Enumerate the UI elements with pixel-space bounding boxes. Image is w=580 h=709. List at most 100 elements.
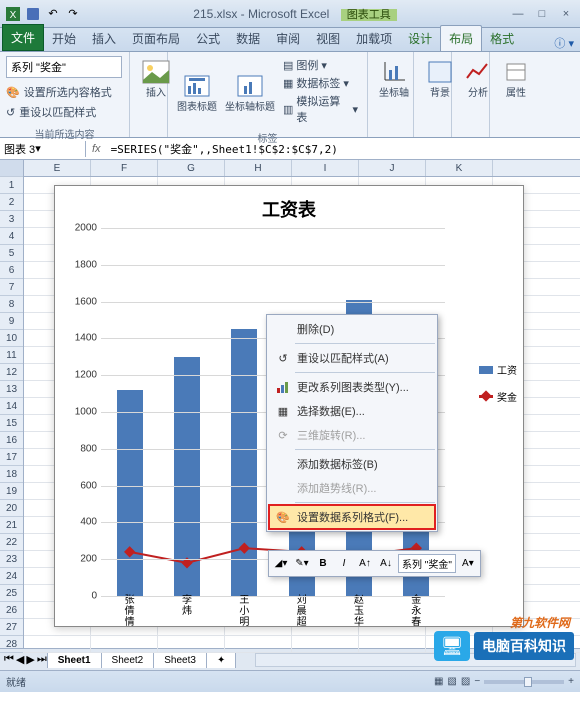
tab-design[interactable]: 设计 <box>400 26 440 51</box>
row-header[interactable]: 5 <box>0 245 23 262</box>
legend-item-salary[interactable]: 工资 <box>479 356 517 383</box>
minimize-doc-icon[interactable]: — <box>510 6 526 22</box>
x-axis[interactable]: 张 倩 情李 炜王 小 明刘 晨 超赵 玉 华金 永 春 <box>101 595 445 628</box>
chart-title[interactable]: 工资表 <box>55 186 523 226</box>
undo-icon[interactable]: ↶ <box>44 5 62 23</box>
tab-view[interactable]: 视图 <box>308 26 348 51</box>
tab-review[interactable]: 审阅 <box>268 26 308 51</box>
tab-file[interactable]: 文件 <box>2 24 44 51</box>
row-header[interactable]: 8 <box>0 296 23 313</box>
row-header[interactable]: 23 <box>0 551 23 568</box>
tab-data[interactable]: 数据 <box>228 26 268 51</box>
row-header[interactable]: 1 <box>0 177 23 194</box>
next-sheet-icon[interactable]: ▶ <box>26 653 34 666</box>
first-sheet-icon[interactable]: ⏮ <box>4 653 14 666</box>
view-page-icon[interactable]: ▧ <box>447 676 456 687</box>
row-header[interactable]: 17 <box>0 449 23 466</box>
zoom-in-icon[interactable]: + <box>568 676 574 687</box>
row-header[interactable]: 27 <box>0 619 23 636</box>
row-header[interactable]: 20 <box>0 500 23 517</box>
cm-select-data[interactable]: ▦选择数据(E)... <box>269 399 435 423</box>
cm-delete[interactable]: 删除(D) <box>269 317 435 341</box>
row-header[interactable]: 18 <box>0 466 23 483</box>
tab-page-layout[interactable]: 页面布局 <box>124 26 188 51</box>
zoom-slider[interactable] <box>484 680 564 684</box>
tab-layout[interactable]: 布局 <box>440 25 482 51</box>
reset-style-button[interactable]: ↺重设以匹配样式 <box>6 102 123 122</box>
excel-icon[interactable]: X <box>4 5 22 23</box>
row-header[interactable]: 2 <box>0 194 23 211</box>
properties-button[interactable]: 属性 <box>494 54 538 101</box>
row-header[interactable]: 26 <box>0 602 23 619</box>
select-all[interactable] <box>0 160 23 177</box>
col-header[interactable]: H <box>225 160 292 176</box>
save-icon[interactable] <box>24 5 42 23</box>
zoom-out-icon[interactable]: − <box>474 676 480 687</box>
col-header[interactable]: J <box>359 160 426 176</box>
font-size-down-icon[interactable]: A↓ <box>377 555 395 573</box>
row-header[interactable]: 14 <box>0 398 23 415</box>
axis-titles-button[interactable]: 坐标轴标题 <box>222 54 278 128</box>
cm-format-data-series[interactable]: 🎨设置数据系列格式(F)... <box>269 505 435 529</box>
font-size-up-icon[interactable]: A↑ <box>356 555 374 573</box>
axes-button[interactable]: 坐标轴 <box>372 54 416 101</box>
view-break-icon[interactable]: ▨ <box>461 676 470 687</box>
italic-button[interactable]: I <box>335 555 353 573</box>
horizontal-scrollbar[interactable] <box>255 653 576 667</box>
tab-formulas[interactable]: 公式 <box>188 26 228 51</box>
sheet-tab-2[interactable]: Sheet2 <box>101 652 155 668</box>
row-header[interactable]: 4 <box>0 228 23 245</box>
fill-color-icon[interactable]: ◢▾ <box>272 555 290 573</box>
sheet-tab-3[interactable]: Sheet3 <box>153 652 207 668</box>
col-header[interactable]: I <box>292 160 359 176</box>
view-normal-icon[interactable]: ▦ <box>434 676 443 687</box>
legend-button[interactable]: ▤图例▾ <box>280 56 361 74</box>
row-header[interactable]: 10 <box>0 330 23 347</box>
last-sheet-icon[interactable]: ⏭ <box>37 653 47 666</box>
row-header[interactable]: 12 <box>0 364 23 381</box>
cm-add-data-labels[interactable]: 添加数据标签(B) <box>269 452 435 476</box>
format-selection-button[interactable]: 🎨设置所选内容格式 <box>6 82 123 102</box>
chart-title-button[interactable]: 图表标题 <box>172 54 222 128</box>
chart-element-selector[interactable]: 系列 "奖金" <box>6 56 122 78</box>
row-header[interactable]: 19 <box>0 483 23 500</box>
close-doc-icon[interactable]: × <box>558 6 574 22</box>
help-icon[interactable]: ⓘ ▾ <box>548 35 580 51</box>
row-header[interactable]: 28 <box>0 636 23 653</box>
fx-icon[interactable]: fx <box>86 143 107 155</box>
row-header[interactable]: 16 <box>0 432 23 449</box>
y-axis[interactable]: 0200400600800100012001400160018002000 <box>63 228 97 596</box>
tab-insert[interactable]: 插入 <box>84 26 124 51</box>
outline-color-icon[interactable]: ✎▾ <box>293 555 311 573</box>
row-header[interactable]: 22 <box>0 534 23 551</box>
col-header[interactable]: G <box>158 160 225 176</box>
row-header[interactable]: 9 <box>0 313 23 330</box>
legend[interactable]: 工资 奖金 <box>479 356 517 410</box>
row-header[interactable]: 3 <box>0 211 23 228</box>
col-header[interactable]: F <box>91 160 158 176</box>
row-header[interactable]: 15 <box>0 415 23 432</box>
prev-sheet-icon[interactable]: ◀ <box>16 653 24 666</box>
col-header[interactable]: K <box>426 160 493 176</box>
row-header[interactable]: 25 <box>0 585 23 602</box>
row-header[interactable]: 24 <box>0 568 23 585</box>
row-header[interactable]: 21 <box>0 517 23 534</box>
cm-reset-style[interactable]: ↺重设以匹配样式(A) <box>269 346 435 370</box>
col-header[interactable]: E <box>24 160 91 176</box>
name-box[interactable]: 图表 3 ▾ <box>0 141 86 157</box>
redo-icon[interactable]: ↷ <box>64 5 82 23</box>
data-labels-button[interactable]: ▦数据标签▾ <box>280 74 361 92</box>
series-selector[interactable]: 系列 "奖金" <box>398 554 456 573</box>
restore-doc-icon[interactable]: □ <box>534 6 550 22</box>
new-sheet-icon[interactable]: ✦ <box>206 652 236 668</box>
cm-change-chart-type[interactable]: 更改系列图表类型(Y)... <box>269 375 435 399</box>
formula-input[interactable]: =SERIES("奖金",,Sheet1!$C$2:$C$7,2) <box>107 141 580 157</box>
row-header[interactable]: 13 <box>0 381 23 398</box>
tab-addins[interactable]: 加载项 <box>348 26 400 51</box>
tab-format[interactable]: 格式 <box>482 26 522 51</box>
data-table-button[interactable]: ▥模拟运算表▾ <box>280 92 361 126</box>
row-header[interactable]: 6 <box>0 262 23 279</box>
row-header[interactable]: 11 <box>0 347 23 364</box>
tab-home[interactable]: 开始 <box>44 26 84 51</box>
bold-button[interactable]: B <box>314 555 332 573</box>
